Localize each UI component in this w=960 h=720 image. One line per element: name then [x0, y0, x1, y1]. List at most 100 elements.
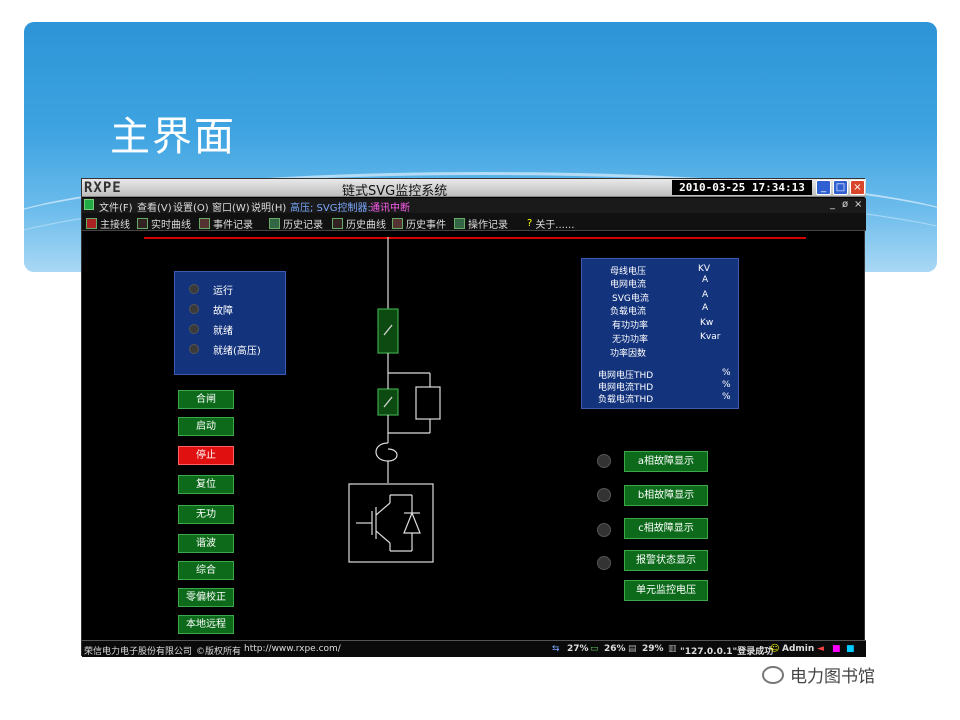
alarm-status-button[interactable]: 报警状态显示 [624, 550, 708, 571]
current-user: Admin [782, 644, 815, 654]
status-label-fault: 故障 [213, 306, 233, 317]
tray-icon: ■ [846, 644, 855, 654]
system-clock: 2010-03-25 17:34:13 [672, 180, 812, 195]
measurement-panel: 母线电压 KV 电网电流 A SVG电流 A 负载电流 A 有功功率 Kw 无功… [581, 258, 739, 409]
menu-window[interactable]: 窗口(W) [212, 199, 250, 214]
connection-status: 高压; SVG控制器: [290, 203, 371, 214]
resistor-icon [415, 386, 441, 420]
igbt-module-icon [348, 483, 434, 563]
mdi-restore-button[interactable]: ø [842, 199, 848, 210]
breaker-icon [377, 308, 399, 354]
maximize-button[interactable]: □ [833, 180, 848, 195]
wechat-icon [762, 665, 784, 684]
toolbar-history-event[interactable]: 历史事件 [392, 216, 446, 231]
toolbar-event-log[interactable]: 事件记录 [199, 216, 253, 231]
status-label-run: 运行 [213, 286, 233, 297]
reset-button[interactable]: 复位 [178, 475, 234, 494]
combined-button[interactable]: 综合 [178, 561, 234, 580]
cpu-usage: 27% [567, 644, 589, 654]
meas-unit: A [702, 290, 709, 300]
window-title: 链式SVG监控系统 [342, 184, 448, 199]
meas-unit: A [702, 275, 709, 285]
user-icon: ☺ [770, 644, 780, 654]
network-icon: ▥ [668, 644, 677, 654]
meas-unit: A [702, 303, 709, 313]
meas-label: 有功功率 [612, 321, 649, 331]
close-button[interactable]: × [850, 180, 865, 195]
start-button[interactable]: 启动 [178, 417, 234, 436]
history-icon [269, 218, 280, 229]
meas-label: 负载电流THD [598, 395, 654, 405]
svg-monitor-window: RXPE 链式SVG监控系统 2010-03-25 17:34:13 _ □ ×… [81, 178, 866, 657]
phase-a-led [597, 454, 611, 468]
toolbar-realtime-curve[interactable]: 实时曲线 [137, 216, 191, 231]
phase-c-led [597, 523, 611, 537]
meas-label: 无功功率 [612, 335, 649, 345]
login-status: "127.0.0.1"登录成功 [680, 647, 774, 657]
status-led-fault [189, 304, 199, 314]
reactor-icon [375, 442, 398, 462]
phase-a-fault-button[interactable]: a相故障显示 [624, 451, 708, 472]
phase-c-fault-button[interactable]: c相故障显示 [624, 518, 708, 539]
menu-file[interactable]: 文件(F) [99, 199, 133, 214]
status-led-run [189, 284, 199, 294]
slide: 主界面 RXPE 链式SVG监控系统 2010-03-25 17:34:13 _… [0, 0, 960, 720]
curve-icon [332, 218, 343, 229]
disk-icon: ▤ [628, 644, 637, 654]
alarm-led [597, 556, 611, 570]
mdi-minimize-button[interactable]: _ [830, 199, 835, 210]
status-led-ready-hv [189, 344, 199, 354]
status-panel: 运行 故障 就绪 就绪(高压) [174, 271, 286, 375]
zero-offset-button[interactable]: 零偏校正 [178, 588, 234, 607]
event-icon [199, 218, 210, 229]
reactive-button[interactable]: 无功 [178, 505, 234, 524]
cpu-icon: ⇆ [552, 644, 560, 654]
menu-help[interactable]: 说明(H) [251, 199, 286, 214]
meas-label: 电网电流 [610, 280, 647, 290]
status-label-ready: 就绪 [213, 326, 233, 337]
disk-usage: 29% [642, 644, 664, 654]
wiring-icon [86, 218, 97, 229]
event-icon [392, 218, 403, 229]
help-icon: ? [527, 218, 533, 229]
memory-icon: ▭ [590, 644, 599, 654]
toolbar-about[interactable]: ? 关于...... [527, 216, 574, 231]
window-titlebar[interactable]: RXPE 链式SVG监控系统 2010-03-25 17:34:13 _ □ × [82, 179, 866, 199]
close-switch-button[interactable]: 合闸 [178, 390, 234, 409]
minimize-button[interactable]: _ [816, 180, 831, 195]
company-name: 荣信电力电子股份有限公司 [84, 647, 193, 657]
slide-title: 主界面 [110, 114, 236, 160]
toolbar-operation-log[interactable]: 操作记录 [454, 216, 508, 231]
menu-bar: 文件(F) 查看(V) 设置(O) 窗口(W) 说明(H) 高压; SVG控制器… [82, 198, 866, 214]
toolbar-main-wiring[interactable]: 主接线 [86, 216, 130, 231]
meas-label: 负载电流 [610, 307, 647, 317]
harmonic-button[interactable]: 谐波 [178, 534, 234, 553]
stop-button[interactable]: 停止 [178, 446, 234, 465]
phase-b-led [597, 488, 611, 502]
phase-b-fault-button[interactable]: b相故障显示 [624, 485, 708, 506]
menu-settings[interactable]: 设置(O) [173, 199, 209, 214]
status-led-ready [189, 324, 199, 334]
operation-icon [454, 218, 465, 229]
unit-voltage-button[interactable]: 单元监控电压 [624, 580, 708, 601]
company-url[interactable]: http://www.rxpe.com/ [244, 644, 341, 654]
app-menu-icon[interactable] [84, 199, 94, 210]
mdi-close-button[interactable]: × [854, 199, 862, 210]
toolbar: 主接线 实时曲线 事件记录 历史记录 历史曲线 历史事件 操作记录 ? 关于...… [82, 213, 866, 231]
memory-usage: 26% [604, 644, 626, 654]
curve-icon [137, 218, 148, 229]
tray-icon: ■ [832, 644, 841, 654]
speaker-icon: ◄ [817, 644, 824, 654]
meas-unit: % [722, 392, 731, 402]
toolbar-history-curve[interactable]: 历史曲线 [332, 216, 386, 231]
meas-unit: % [722, 368, 731, 378]
toolbar-history-log[interactable]: 历史记录 [269, 216, 323, 231]
copyright: ©版权所有 [196, 647, 242, 657]
local-remote-button[interactable]: 本地远程 [178, 615, 234, 634]
meas-unit: Kw [700, 318, 714, 328]
menu-view[interactable]: 查看(V) [137, 199, 172, 214]
meas-label: SVG电流 [612, 294, 649, 304]
connection-alert: 通讯中断 [370, 203, 410, 214]
meas-label: 母线电压 [610, 267, 647, 277]
watermark-text: 电力图书馆 [790, 667, 875, 687]
